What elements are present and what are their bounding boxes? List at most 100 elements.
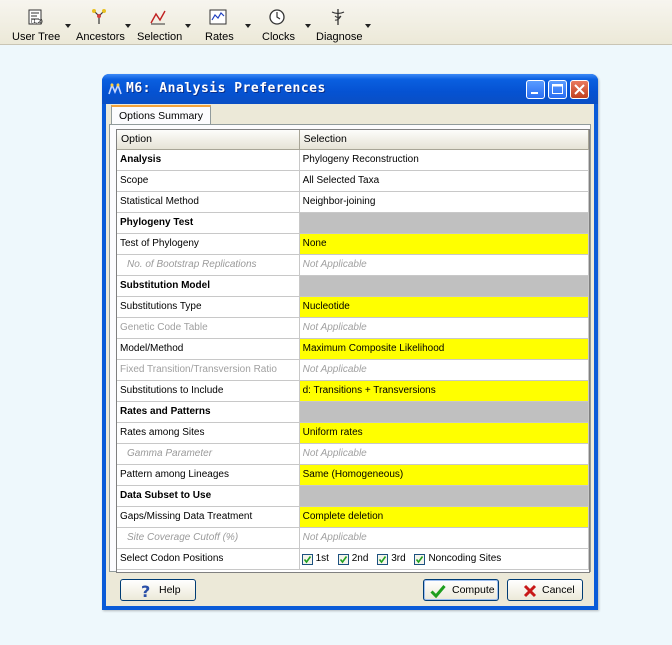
svg-text:(1,2): (1,2): [31, 19, 43, 25]
option-cell: Select Codon Positions: [117, 549, 300, 570]
checkbox-box: [337, 553, 349, 565]
rates-dropdown-arrow[interactable]: [245, 24, 251, 28]
selection-cell[interactable]: Same (Homogeneous): [299, 465, 589, 486]
dialog-titlebar[interactable]: M6: Analysis Preferences: [102, 74, 598, 104]
toolbar-rates-label: Rates: [205, 31, 234, 43]
selection-cell[interactable]: None: [299, 234, 589, 255]
selection-cell[interactable]: Nucleotide: [299, 297, 589, 318]
close-icon: [574, 84, 585, 95]
table-row[interactable]: Substitution Model: [117, 276, 589, 297]
option-cell: Analysis: [117, 150, 300, 171]
checkbox-1st-label: 1st: [315, 553, 329, 564]
dialog-client-area: Options Summary Option Selection Analysi…: [106, 104, 594, 606]
compute-button[interactable]: Compute: [423, 579, 499, 601]
maximize-button[interactable]: [548, 80, 567, 99]
table-row[interactable]: No. of Bootstrap Replications Not Applica…: [117, 255, 589, 276]
clocks-dropdown-arrow[interactable]: [305, 24, 311, 28]
checkbox-2nd-label: 2nd: [351, 553, 369, 564]
close-button[interactable]: [570, 80, 589, 99]
checkmark-icon: [303, 555, 311, 563]
ancestors-dropdown-arrow[interactable]: [125, 24, 131, 28]
selection-cell: All Selected Taxa: [299, 171, 589, 192]
checkbox-box: [377, 553, 389, 565]
selection-cell: [299, 402, 589, 423]
user-tree-dropdown-arrow[interactable]: [65, 24, 71, 28]
dialog-title: M6: Analysis Preferences: [126, 81, 326, 96]
table-row[interactable]: Genetic Code Table Not Applicable: [117, 318, 589, 339]
tab-options-summary[interactable]: Options Summary: [111, 105, 212, 124]
checkbox-2nd[interactable]: 2nd: [337, 549, 369, 569]
option-cell: Substitutions Type: [117, 297, 300, 318]
table-row[interactable]: Test of Phylogeny None: [117, 234, 589, 255]
toolbar-selection-button[interactable]: Selection: [134, 2, 184, 43]
help-button-label: Help: [159, 584, 181, 596]
option-cell: Phylogeny Test: [117, 213, 300, 234]
option-cell: Data Subset to Use: [117, 486, 300, 507]
clock-icon: [269, 9, 285, 25]
toolbar-diagnose-label: Diagnose: [316, 31, 363, 43]
selection-cell[interactable]: Uniform rates: [299, 423, 589, 444]
checkmark-icon: [416, 555, 424, 563]
selection-dropdown-arrow[interactable]: [185, 24, 191, 28]
option-cell: Statistical Method: [117, 192, 300, 213]
table-row[interactable]: Gamma Parameter Not Applicable: [117, 444, 589, 465]
grid-header: Option Selection: [117, 130, 589, 150]
selection-cell: Not Applicable: [299, 528, 589, 549]
selection-cell: [299, 276, 589, 297]
table-row[interactable]: Site Coverage Cutoff (%) Not Applicable: [117, 528, 589, 549]
toolbar-clocks-button[interactable]: Clocks: [258, 2, 298, 43]
column-header-selection[interactable]: Selection: [299, 130, 589, 150]
checkbox-3rd-label: 3rd: [391, 553, 406, 564]
selection-cell: Phylogeny Reconstruction: [299, 150, 589, 171]
option-cell: Gamma Parameter: [117, 444, 300, 465]
user-tree-icon: (1,2): [28, 9, 43, 25]
minimize-button[interactable]: [526, 80, 545, 99]
option-cell: No. of Bootstrap Replications: [117, 255, 300, 276]
toolbar-rates-button[interactable]: Rates: [200, 2, 240, 43]
option-cell: Gaps/Missing Data Treatment: [117, 507, 300, 528]
table-row[interactable]: Substitutions to Include d: Transitions +…: [117, 381, 589, 402]
selection-cell: [299, 486, 589, 507]
option-cell: Fixed Transition/Transversion Ratio: [117, 360, 300, 381]
table-row[interactable]: Rates and Patterns: [117, 402, 589, 423]
diagnose-dropdown-arrow[interactable]: [365, 24, 371, 28]
selection-cell: Not Applicable: [299, 444, 589, 465]
checkbox-1st[interactable]: 1st: [301, 549, 329, 569]
cancel-button[interactable]: Cancel: [507, 579, 583, 601]
toolbar-diagnose-button[interactable]: Diagnose: [314, 2, 364, 43]
table-row[interactable]: Phylogeny Test: [117, 213, 589, 234]
toolbar-user-tree-label: User Tree: [12, 31, 61, 43]
table-row[interactable]: Model/Method Maximum Composite Likelihood: [117, 339, 589, 360]
toolbar-ancestors-button[interactable]: Ancestors: [72, 2, 128, 43]
selection-cell: [299, 213, 589, 234]
selection-cell: Not Applicable: [299, 255, 589, 276]
table-row[interactable]: Pattern among Lineages Same (Homogeneous): [117, 465, 589, 486]
help-icon: ?: [141, 583, 150, 599]
cancel-x-icon: [523, 584, 537, 598]
selection-cell[interactable]: Complete deletion: [299, 507, 589, 528]
option-cell: Site Coverage Cutoff (%): [117, 528, 300, 549]
toolbar-user-tree-button[interactable]: (1,2) User Tree: [8, 2, 68, 43]
option-cell: Scope: [117, 171, 300, 192]
option-cell: Test of Phylogeny: [117, 234, 300, 255]
checkbox-noncoding-sites[interactable]: Noncoding Sites: [414, 549, 501, 569]
table-row[interactable]: Analysis Phylogeny Reconstruction: [117, 150, 589, 171]
column-header-option[interactable]: Option: [117, 130, 300, 150]
main-toolbar: (1,2) User Tree Ancestors Selection Rate…: [0, 0, 672, 45]
option-cell: Pattern among Lineages: [117, 465, 300, 486]
table-row[interactable]: Substitutions Type Nucleotide: [117, 297, 589, 318]
table-row[interactable]: Gaps/Missing Data Treatment Complete dele…: [117, 507, 589, 528]
selection-cell[interactable]: Maximum Composite Likelihood: [299, 339, 589, 360]
selection-cell[interactable]: d: Transitions + Transversions: [299, 381, 589, 402]
grid-body: Analysis Phylogeny Reconstruction Scope All…: [117, 150, 589, 549]
option-cell: Rates and Patterns: [117, 402, 300, 423]
toolbar-ancestors-label: Ancestors: [76, 31, 125, 43]
table-row[interactable]: Statistical Method Neighbor-joining: [117, 192, 589, 213]
table-row[interactable]: Fixed Transition/Transversion Ratio Not A…: [117, 360, 589, 381]
table-row[interactable]: Data Subset to Use: [117, 486, 589, 507]
rates-icon: [209, 9, 227, 25]
help-button[interactable]: ? Help: [120, 579, 196, 601]
table-row[interactable]: Rates among Sites Uniform rates: [117, 423, 589, 444]
checkbox-3rd[interactable]: 3rd: [377, 549, 406, 569]
table-row[interactable]: Scope All Selected Taxa: [117, 171, 589, 192]
